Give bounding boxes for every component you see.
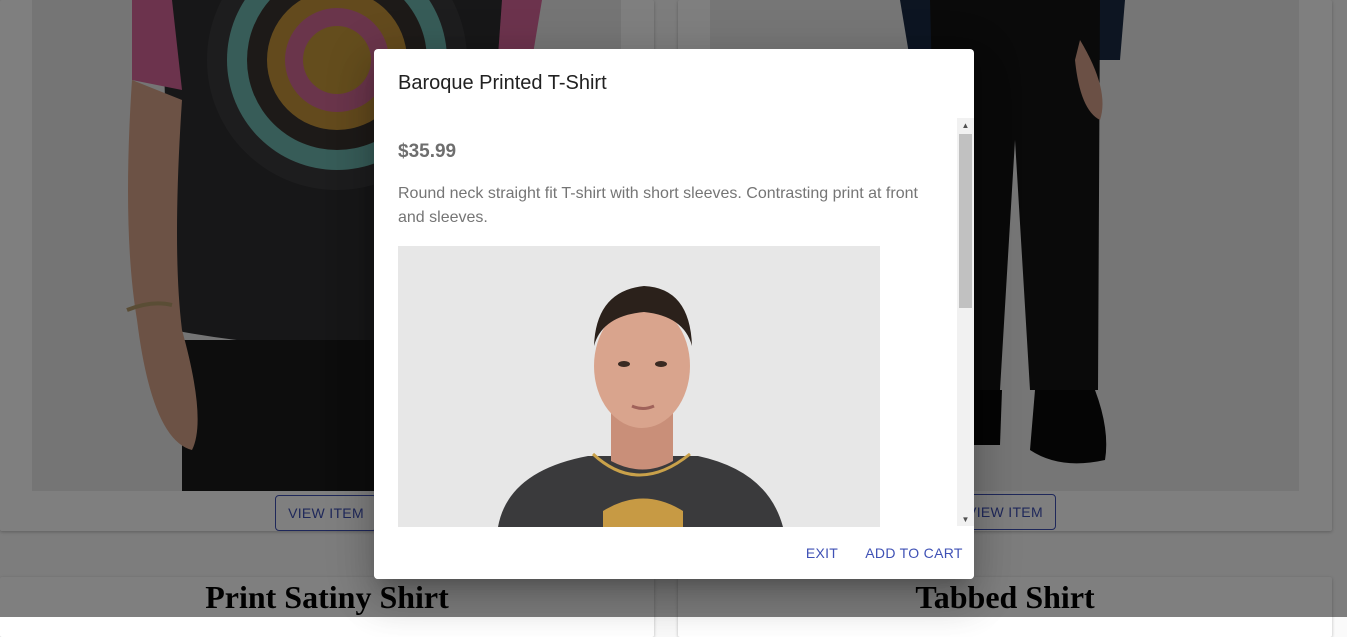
add-to-cart-button[interactable]: ADD TO CART — [864, 535, 964, 571]
product-dialog: Baroque Printed T-Shirt $35.99 Round nec… — [374, 49, 974, 579]
dialog-title: Baroque Printed T-Shirt — [398, 72, 607, 94]
exit-button[interactable]: EXIT — [798, 535, 846, 571]
scroll-down-arrow-icon[interactable]: ▼ — [957, 512, 974, 526]
product-price: $35.99 — [398, 141, 457, 162]
dialog-actions: EXIT ADD TO CART — [374, 527, 974, 579]
scroll-up-arrow-icon[interactable]: ▲ — [957, 118, 974, 132]
product-image — [398, 246, 880, 527]
model-portrait-illustration — [398, 246, 880, 527]
dialog-scrollbar[interactable]: ▲ ▼ — [957, 118, 974, 526]
product-description: Round neck straight fit T-shirt with sho… — [398, 185, 918, 226]
scrollbar-thumb[interactable] — [959, 134, 972, 308]
dialog-content: $35.99 Round neck straight fit T-shirt w… — [374, 118, 957, 576]
